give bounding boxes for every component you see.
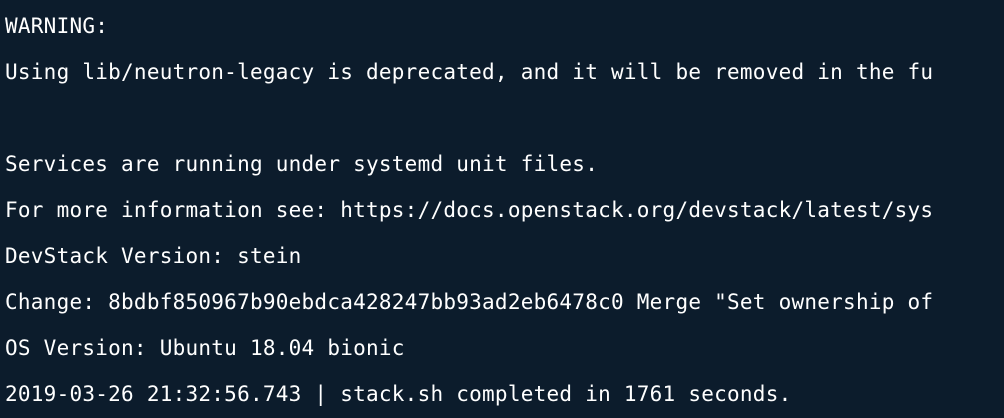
terminal-line-warning: WARNING:	[5, 14, 109, 38]
terminal-line-completion: 2019-03-26 21:32:56.743 | stack.sh compl…	[5, 382, 792, 406]
terminal-window[interactable]: WARNING: Using lib/neutron-legacy is dep…	[0, 0, 1004, 418]
terminal-line-services-status: Services are running under systemd unit …	[5, 152, 599, 176]
terminal-line-os-version: OS Version: Ubuntu 18.04 bionic	[5, 336, 405, 360]
terminal-line-more-info: For more information see: https://docs.o…	[5, 198, 934, 222]
terminal-line-devstack-version: DevStack Version: stein	[5, 244, 302, 268]
terminal-line-change: Change: 8bdbf850967b90ebdca428247bb93ad2…	[5, 290, 934, 314]
terminal-line-deprecation-notice: Using lib/neutron-legacy is deprecated, …	[5, 60, 934, 84]
